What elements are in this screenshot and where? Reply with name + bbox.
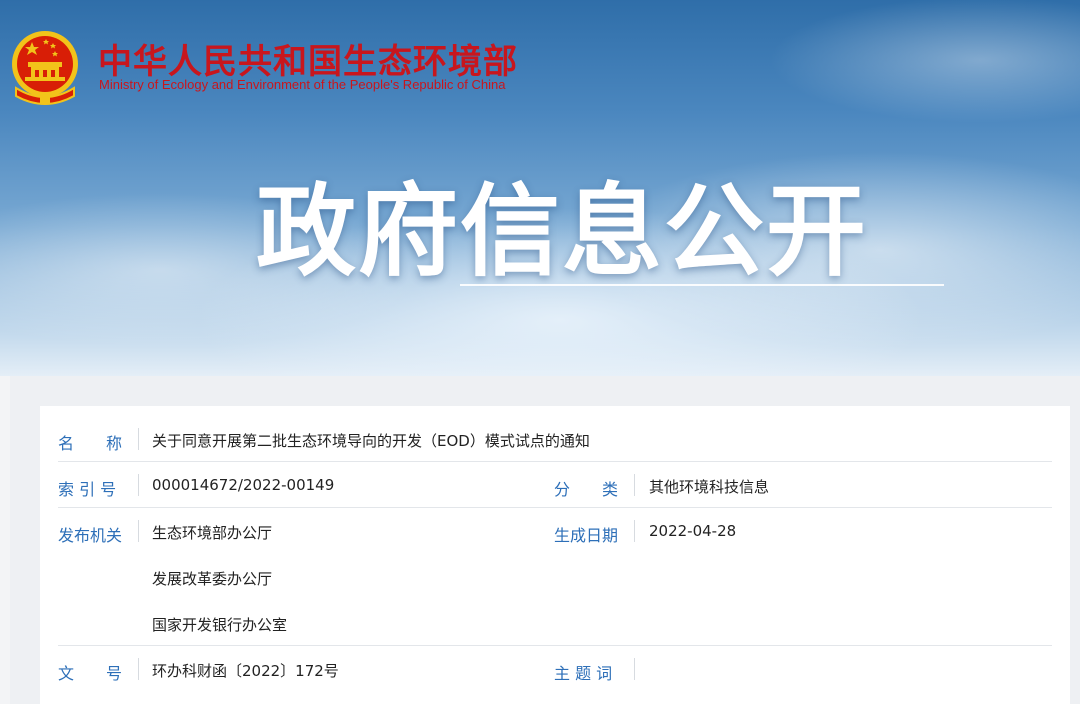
info-row-index: 索 引 号 000014672/2022-00149 分 类 其他环境科技信息	[58, 462, 1052, 508]
index-value: 000014672/2022-00149	[152, 476, 335, 494]
info-row-name: 名 称 关于同意开展第二批生态环境导向的开发（EOD）模式试点的通知	[58, 416, 1052, 462]
row-separator	[138, 428, 139, 450]
category-value: 其他环境科技信息	[649, 478, 770, 496]
row-separator	[138, 520, 139, 542]
info-table: 名 称 关于同意开展第二批生态环境导向的开发（EOD）模式试点的通知 索 引 号…	[40, 406, 1070, 704]
issuer-value: 发展改革委办公厅	[152, 570, 273, 588]
issuer-value: 生态环境部办公厅	[152, 524, 273, 542]
page-title: 政府信息公开	[256, 173, 868, 290]
category-label: 分 类	[554, 480, 619, 499]
row-separator	[634, 520, 635, 542]
row-separator	[138, 658, 139, 680]
header-banner: 中华人民共和国生态环境部 Ministry of Ecology and Env…	[0, 0, 1080, 376]
title-divider	[460, 284, 944, 286]
row-separator	[634, 658, 635, 680]
date-label: 生成日期	[554, 526, 619, 545]
org-name-cn[interactable]: 中华人民共和国生态环境部	[98, 34, 518, 83]
docno-label: 文 号	[58, 664, 123, 683]
name-label: 名 称	[58, 434, 123, 453]
name-value: 关于同意开展第二批生态环境导向的开发（EOD）模式试点的通知	[152, 432, 590, 450]
row-separator	[634, 474, 635, 496]
docno-value: 环办科财函〔2022〕172号	[152, 662, 339, 680]
date-value: 2022-04-28	[649, 522, 737, 540]
keyword-label: 主 题 词	[554, 664, 613, 683]
info-row-issuer: 发布机关 生态环境部办公厅 发展改革委办公厅 国家开发银行办公室 生成日期 20…	[58, 508, 1052, 646]
issuer-label: 发布机关	[58, 526, 123, 545]
row-separator	[138, 474, 139, 496]
info-row-docno: 文 号 环办科财函〔2022〕172号 主 题 词	[58, 646, 1052, 692]
org-name-en[interactable]: Ministry of Ecology and Environment of t…	[99, 77, 505, 92]
issuer-value: 国家开发银行办公室	[152, 616, 288, 634]
national-emblem-icon	[12, 31, 78, 105]
index-label: 索 引 号	[58, 480, 117, 499]
